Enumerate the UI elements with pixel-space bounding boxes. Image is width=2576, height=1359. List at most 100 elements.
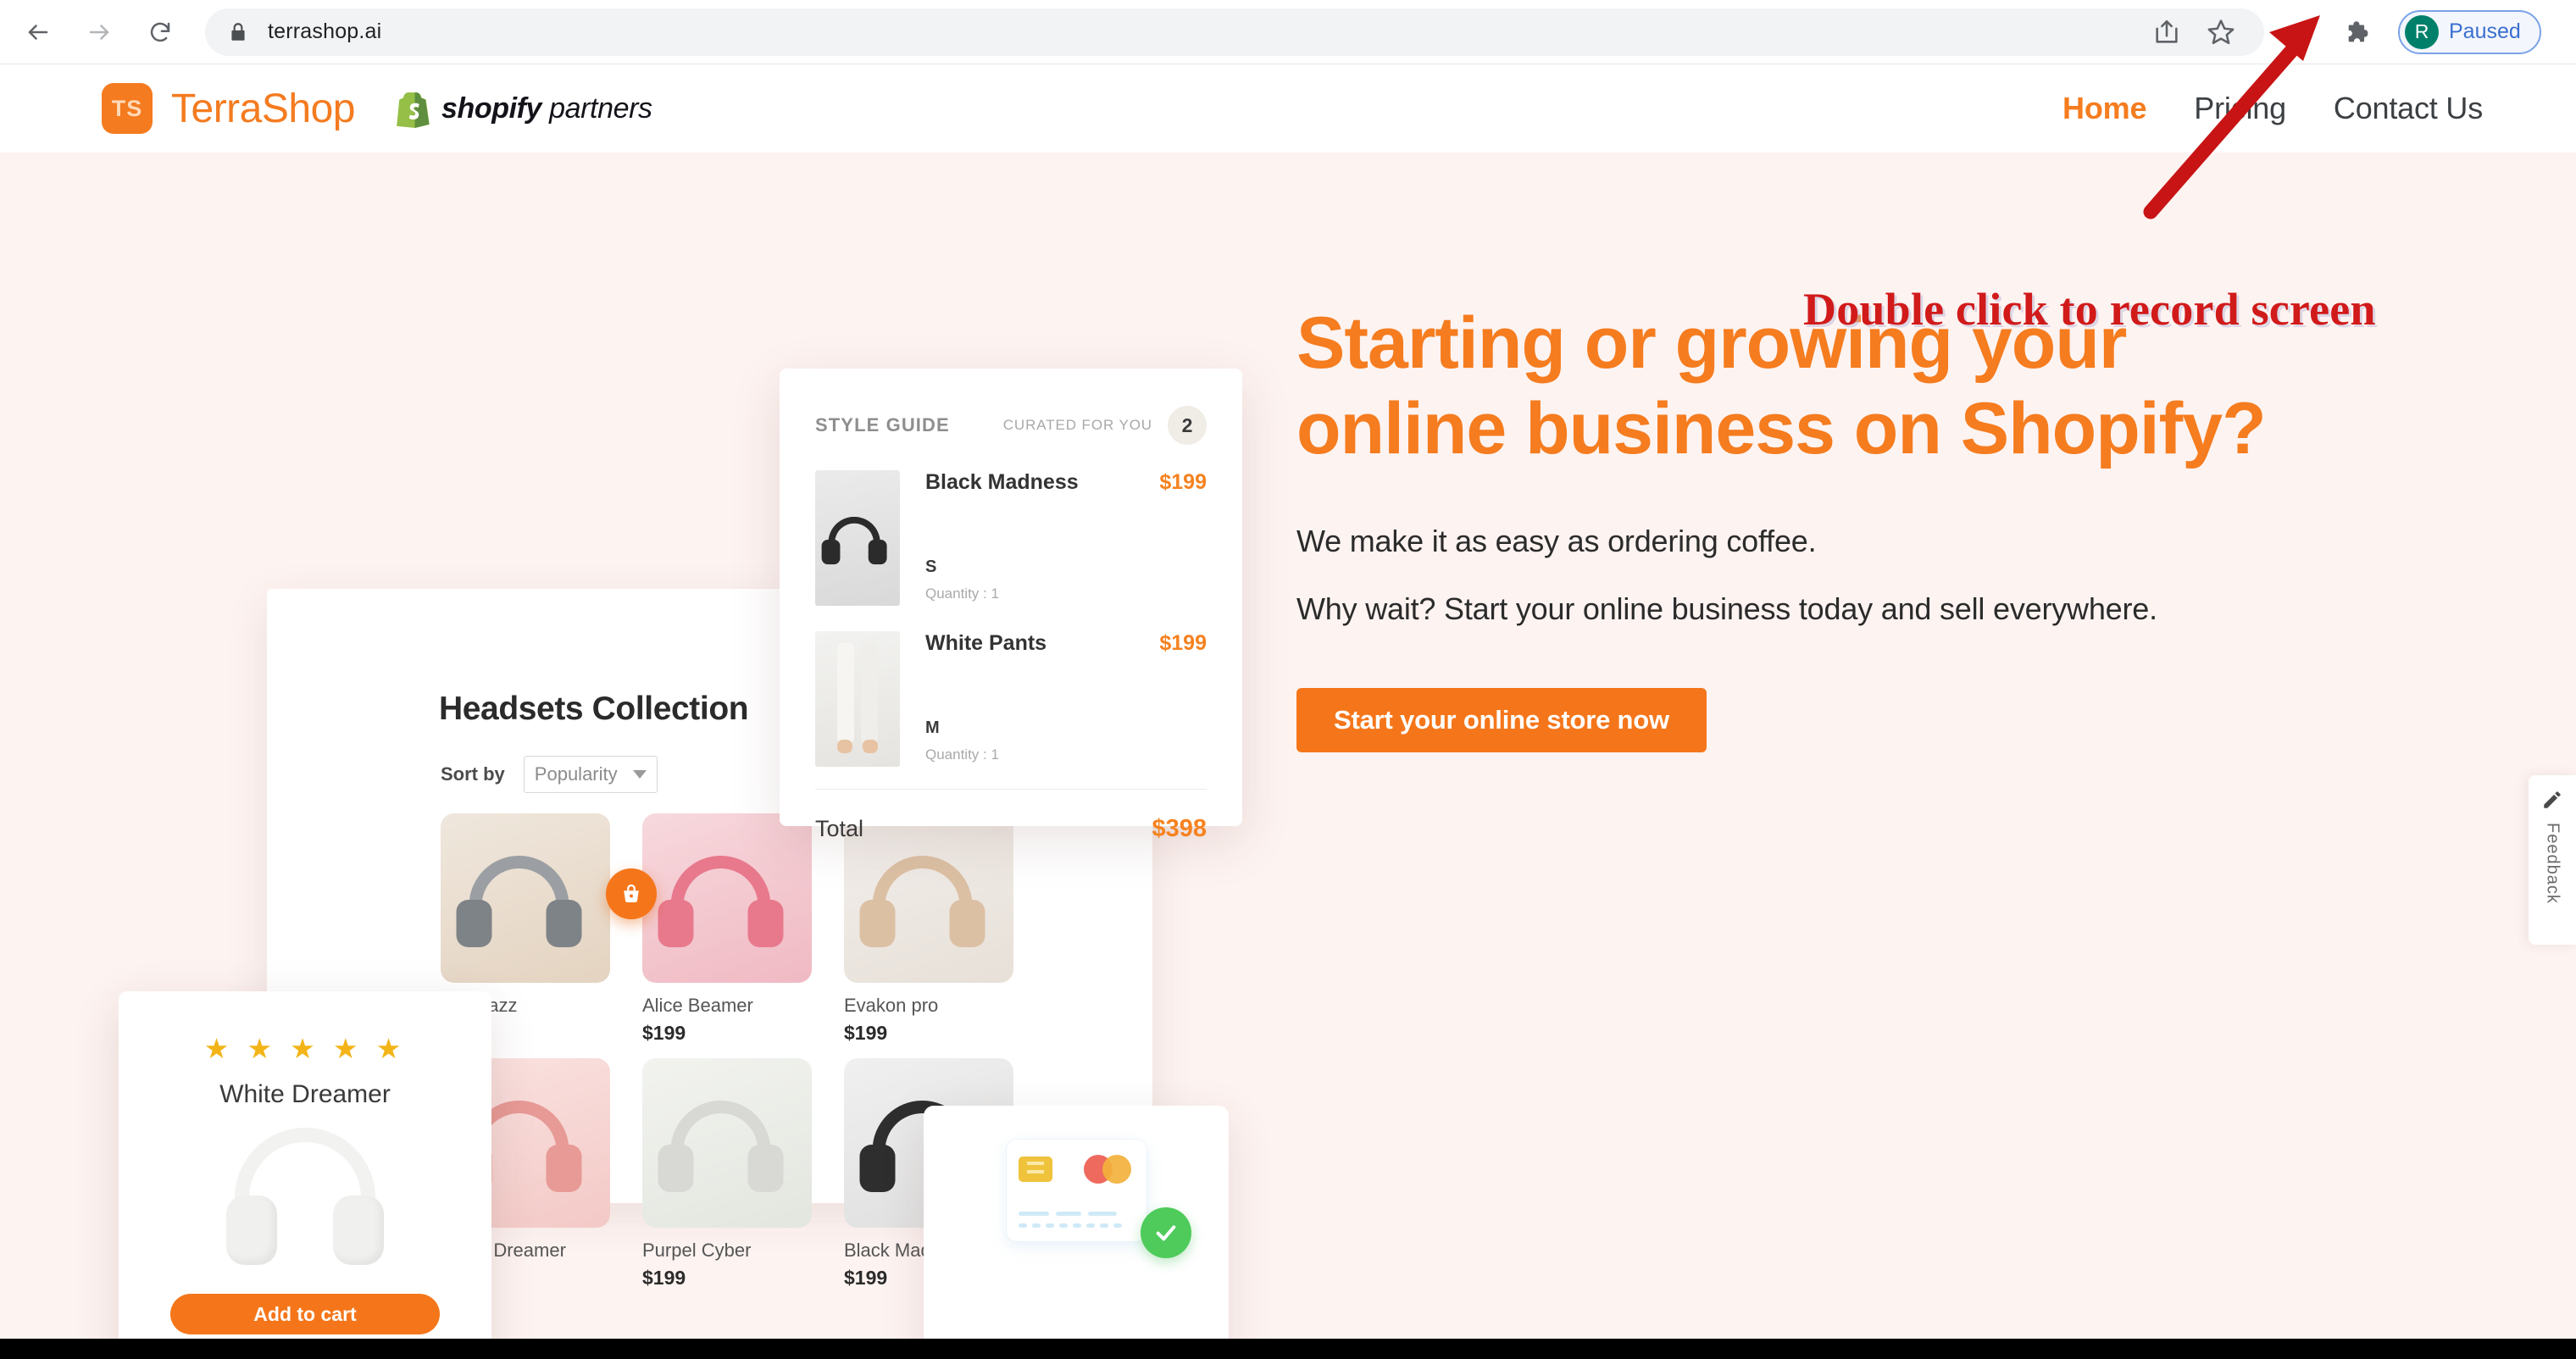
reload-icon [150, 22, 170, 42]
add-to-cart-fab[interactable] [606, 868, 657, 919]
item-info: Black Madness $199 S Quantity : 1 [900, 470, 1207, 606]
item-name: White Pants [925, 631, 1047, 655]
profile-status-label: Paused [2449, 19, 2521, 43]
puzzle-piece-icon[interactable] [2344, 18, 2373, 47]
headphones-illustration [859, 856, 985, 947]
product-image [642, 1058, 812, 1228]
browser-right-actions: R Paused [2264, 9, 2562, 54]
logo-text: TerraShop [171, 86, 355, 131]
item-quantity: Quantity : 1 [925, 746, 999, 763]
site-logo[interactable]: TS TerraShop [102, 83, 355, 134]
featured-product-image [216, 1123, 394, 1284]
item-price: $199 [1159, 470, 1207, 494]
hero-paragraph-2: Why wait? Start your online business tod… [1296, 591, 2157, 626]
hero-paragraph-1: We make it as easy as ordering coffee. [1296, 523, 1817, 558]
feedback-label: Feedback [2543, 823, 2562, 904]
nav-item-pricing[interactable]: Pricing [2194, 91, 2286, 126]
browser-nav-buttons [0, 6, 186, 58]
item-thumbnail [815, 631, 900, 767]
sort-by-value: Popularity [534, 763, 618, 785]
style-guide-item[interactable]: White Pants $199 M Quantity : 1 [780, 606, 1242, 767]
total-label: Total [815, 816, 864, 841]
headphones-illustration [658, 856, 784, 947]
item-size: M [925, 718, 940, 737]
mastercard-logo-icon [1083, 1155, 1131, 1184]
item-title-row: Black Madness $199 [925, 470, 1207, 495]
partner-bold: shopify [441, 92, 542, 125]
site-header: TS TerraShop shopify partners Home Prici… [0, 64, 2576, 153]
product-name: Purpel Cyber [642, 1240, 752, 1261]
forward-button[interactable] [73, 6, 125, 58]
site-nav: Home Pricing Contact Us [2062, 91, 2483, 126]
star-icon[interactable] [2207, 18, 2235, 47]
headphones-illustration [658, 1101, 784, 1192]
credit-card-illustration [1006, 1140, 1146, 1241]
back-button[interactable] [12, 6, 64, 58]
product-price: $199 [642, 1022, 686, 1044]
card-chip-icon [1018, 1157, 1052, 1182]
card-lines [1018, 1212, 1117, 1216]
item-thumbnail [815, 470, 900, 606]
shopify-partners-badge: shopify partners [396, 89, 652, 128]
chevron-down-icon [632, 770, 647, 779]
sort-control: Sort by Popularity [441, 756, 658, 793]
product-image [441, 813, 610, 983]
profile-status-pill[interactable]: R Paused [2398, 9, 2541, 54]
total-row: Total $398 [780, 790, 1242, 843]
forward-arrow-icon [89, 24, 109, 40]
reload-button[interactable] [134, 6, 186, 58]
featured-product-name: White Dreamer [219, 1080, 391, 1108]
product-name: Evakon pro [844, 995, 939, 1016]
product-tile[interactable]: Purpel Cyber $199 [642, 1058, 812, 1290]
headphones-illustration [456, 856, 582, 947]
headline-line-2: online business on Shopify? [1296, 388, 2267, 470]
address-bar[interactable]: terrashop.ai [205, 8, 2264, 56]
sort-by-label: Sort by [441, 763, 505, 785]
product-price: $199 [642, 1267, 686, 1289]
item-name: Black Madness [925, 470, 1079, 494]
page-viewport: TS TerraShop shopify partners Home Prici… [0, 64, 2576, 1339]
start-store-button[interactable]: Start your online store now [1296, 687, 1707, 752]
product-tile[interactable]: Alice Beamer $199 [642, 813, 812, 1045]
curated-label: CURATED FOR YOU [1002, 417, 1152, 433]
item-count-badge: 2 [1168, 406, 1207, 445]
partner-light: partners [541, 92, 652, 125]
product-tile[interactable]: Evakon pro $199 [844, 813, 1013, 1045]
featured-product-card: ★ ★ ★ ★ ★ White Dreamer Add to cart 1,2k… [119, 991, 491, 1339]
red-pen-icon[interactable] [2290, 18, 2318, 47]
browser-toolbar: terrashop.ai R Paused [0, 0, 2576, 64]
recording-hint-text: Double click to record screen [1803, 284, 2376, 335]
nav-item-home[interactable]: Home [2062, 91, 2146, 126]
lock-icon [231, 22, 245, 41]
sort-by-select[interactable]: Popularity [523, 756, 658, 793]
hero-copy: Starting or growing your online business… [1296, 301, 2423, 752]
avatar: R [2405, 14, 2439, 49]
screen-bottom-strip [0, 1339, 2576, 1359]
feedback-tab[interactable]: Feedback [2529, 775, 2576, 945]
nav-item-contact-us[interactable]: Contact Us [2334, 91, 2483, 126]
item-info: White Pants $199 M Quantity : 1 [900, 631, 1207, 767]
rating-stars: ★ ★ ★ ★ ★ [203, 1033, 407, 1064]
item-quantity: Quantity : 1 [925, 585, 999, 602]
share-icon[interactable] [2152, 18, 2181, 47]
url-text: terrashop.ai [268, 19, 382, 43]
card-dots [1018, 1223, 1122, 1228]
headphone-cups [226, 1195, 384, 1265]
omnibox-actions [2152, 18, 2242, 47]
headphone-band [235, 1128, 375, 1206]
item-price: $199 [1159, 631, 1207, 655]
back-arrow-icon [28, 24, 48, 40]
payment-success-card: Payment Successful Your payment was succ… [924, 1106, 1229, 1339]
screen: terrashop.ai R Paused TS TerraShop shopi… [0, 0, 2576, 1359]
add-to-cart-button[interactable]: Add to cart [170, 1294, 440, 1334]
success-check-badge [1141, 1207, 1191, 1258]
style-guide-card: STYLE GUIDE CURATED FOR YOU 2 Black Madn… [780, 369, 1242, 842]
product-price: $199 [844, 1022, 888, 1044]
pencil-icon [2544, 791, 2561, 808]
style-guide-item[interactable]: Black Madness $199 S Quantity : 1 [780, 445, 1242, 606]
shopify-bag-icon [397, 92, 430, 128]
headphones-illustration [821, 517, 887, 565]
product-name: Alice Beamer [642, 995, 753, 1016]
product-grid-row: Soft Jazz $199 Alice Beamer $199 [441, 813, 1152, 1045]
style-guide-header: STYLE GUIDE CURATED FOR YOU 2 [780, 369, 1242, 445]
